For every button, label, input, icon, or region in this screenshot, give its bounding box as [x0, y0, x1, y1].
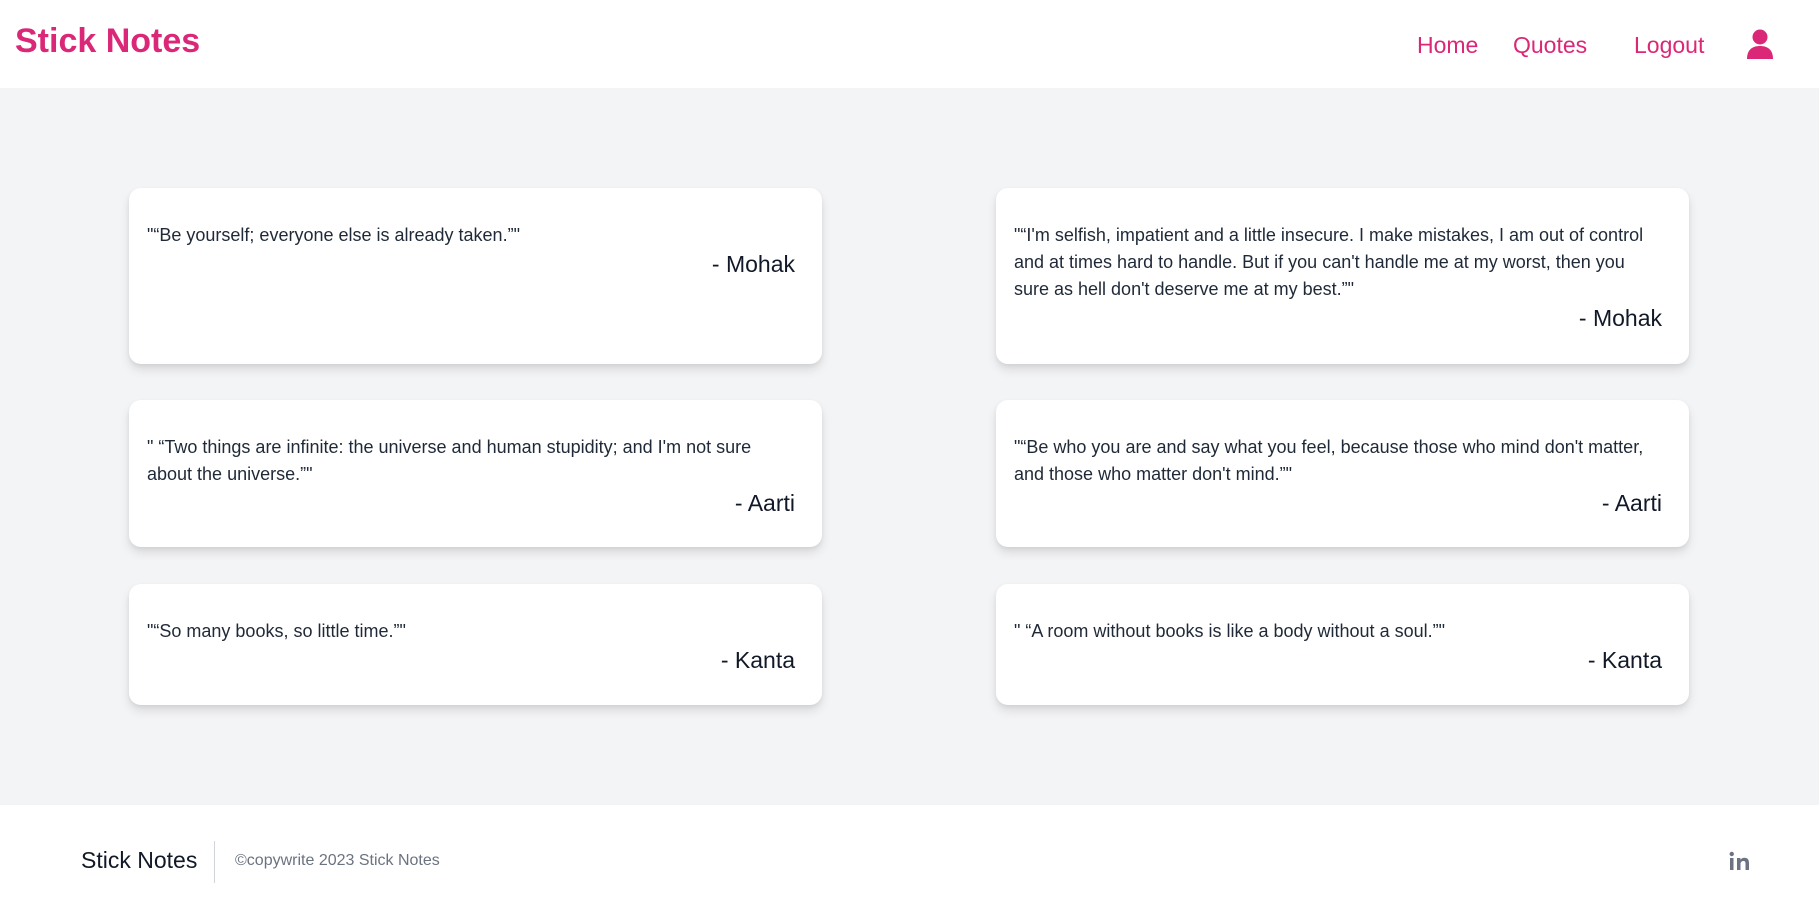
quote-text: "“So many books, so little time.”": [147, 621, 406, 641]
quote-card: " “Two things are infinite: the universe…: [129, 400, 822, 547]
quote-text: " “A room without books is like a body w…: [1014, 621, 1445, 641]
user-icon[interactable]: [1746, 29, 1774, 59]
footer-divider: [214, 841, 215, 883]
footer: Stick Notes ©copywrite 2023 Stick Notes: [0, 805, 1819, 897]
quote-card: " “A room without books is like a body w…: [996, 584, 1689, 705]
quote-author: - Aarti: [734, 490, 795, 516]
quote-author: - Mohak: [711, 251, 795, 277]
nav-quotes-link[interactable]: Quotes: [1513, 32, 1587, 59]
quote-text: "“Be yourself; everyone else is already …: [147, 225, 520, 245]
nav-home-link[interactable]: Home: [1417, 32, 1478, 59]
brand-logo[interactable]: Stick Notes: [15, 22, 200, 61]
navbar: Stick Notes Home Quotes Logout: [0, 0, 1819, 88]
quote-text: "“I'm selfish, impatient and a little in…: [1014, 225, 1644, 299]
quote-text: "“Be who you are and say what you feel, …: [1014, 437, 1644, 484]
nav-logout-link[interactable]: Logout: [1634, 32, 1704, 59]
footer-copyright: ©copywrite 2023 Stick Notes: [235, 852, 440, 869]
quote-text: " “Two things are infinite: the universe…: [147, 437, 752, 484]
quote-card: "“So many books, so little time.”" - Kan…: [129, 584, 822, 705]
quote-author: - Kanta: [720, 647, 795, 673]
linkedin-icon[interactable]: [1729, 851, 1751, 871]
quote-card: "“Be who you are and say what you feel, …: [996, 400, 1689, 547]
quote-card: "“I'm selfish, impatient and a little in…: [996, 188, 1689, 364]
quote-card: "“Be yourself; everyone else is already …: [129, 188, 822, 364]
footer-brand[interactable]: Stick Notes: [81, 847, 197, 874]
quote-author: - Mohak: [1578, 305, 1662, 331]
quote-author: - Kanta: [1587, 647, 1662, 673]
quote-author: - Aarti: [1601, 490, 1662, 516]
